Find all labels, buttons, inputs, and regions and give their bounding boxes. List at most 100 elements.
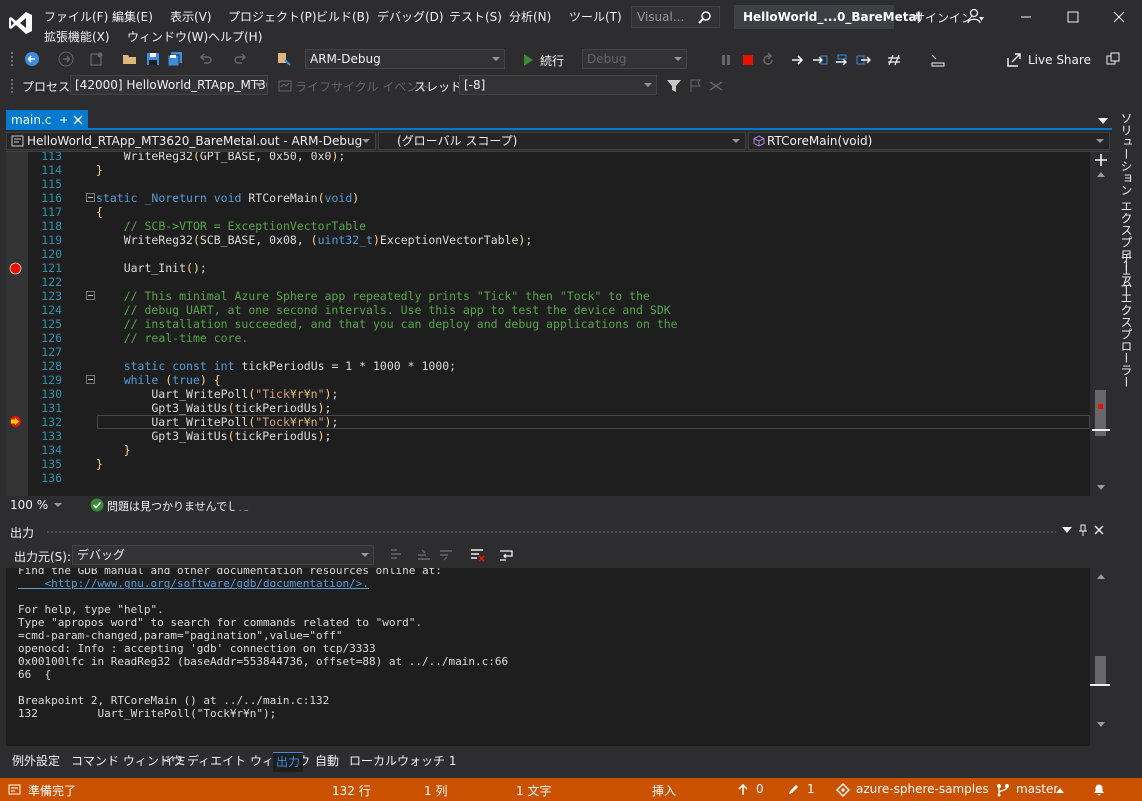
team-explorer-tab[interactable]: チーム エクスプローラー — [1118, 252, 1135, 388]
menu-test[interactable]: テスト(S) — [449, 8, 502, 25]
code-line[interactable]: 116 static _Noreturn void RTCoreMain(void… — [6, 191, 1090, 205]
code-line[interactable]: 129 while (true) { — [6, 373, 1090, 387]
fold-toggle-icon[interactable] — [86, 375, 95, 384]
menu-analyze[interactable]: 分析(N) — [509, 8, 551, 25]
find-message-in-code-icon[interactable] — [388, 547, 404, 563]
code-line[interactable]: 131 Gpt3_WaitUs(tickPeriodUs); — [6, 401, 1090, 415]
back-icon[interactable] — [24, 51, 40, 67]
status-changes-count[interactable]: 1 — [807, 782, 815, 796]
status-column[interactable]: 1 列 — [424, 782, 447, 799]
split-handle-icon[interactable] — [1095, 154, 1107, 166]
menu-extensions[interactable]: 拡張機能(X) — [44, 28, 110, 45]
pencil-icon[interactable] — [787, 783, 800, 796]
breakpoint-icon[interactable] — [9, 262, 22, 275]
toolbar-grip-icon[interactable] — [10, 78, 14, 94]
bottom-tab[interactable]: 例外設定 — [12, 752, 60, 772]
code-line[interactable]: 128 static const int tickPeriodUs = 1 * … — [6, 359, 1090, 373]
account-icon[interactable] — [967, 8, 985, 24]
find-in-files-icon[interactable] — [276, 51, 292, 67]
clear-all-icon[interactable] — [469, 547, 485, 563]
menu-window[interactable]: ウィンドウ(W) — [127, 28, 208, 45]
step-into-icon[interactable] — [812, 52, 828, 68]
solution-config-select[interactable]: ARM-Debug — [305, 49, 505, 69]
filter-icon[interactable] — [666, 78, 682, 94]
output-source-select[interactable]: デバッグ — [72, 545, 374, 565]
toolbar-grip-icon[interactable] — [10, 51, 14, 67]
code-line[interactable]: 126 // real-time core. — [6, 331, 1090, 345]
thread-select[interactable]: [-8] — [459, 75, 657, 95]
redo-icon[interactable] — [232, 51, 248, 67]
restart-icon[interactable] — [760, 52, 776, 68]
signin-link[interactable]: サインイン — [913, 9, 973, 26]
code-line[interactable]: 136 — [6, 471, 1090, 485]
word-wrap-icon[interactable] — [498, 547, 514, 563]
branch-icon[interactable] — [996, 783, 1010, 797]
pin-icon[interactable] — [58, 115, 68, 125]
bottom-tab[interactable]: 出力 — [273, 752, 304, 772]
output-scroll-thumb[interactable] — [1095, 656, 1106, 686]
continue-button[interactable]: 続行 — [540, 52, 564, 69]
feedback-icon[interactable] — [1105, 51, 1121, 67]
current-statement-breakpoint-icon[interactable] — [9, 415, 22, 428]
scroll-up-icon[interactable] — [1097, 574, 1105, 579]
code-line[interactable]: 120 — [6, 247, 1090, 261]
menu-build[interactable]: ビルド(B) — [316, 8, 370, 25]
menu-tools[interactable]: ツール(T) — [569, 8, 622, 25]
code-line[interactable]: 114} — [6, 163, 1090, 177]
output-link[interactable]: <http://www.gnu.org/software/gdb/documen… — [18, 577, 369, 590]
code-line[interactable]: 134 } — [6, 443, 1090, 457]
code-line[interactable]: 130 Uart_WritePoll("Tick¥r¥n"); — [6, 387, 1090, 401]
code-line[interactable]: 123 // This minimal Azure Sphere app rep… — [6, 289, 1090, 303]
status-insert-mode[interactable]: 挿入 — [652, 782, 676, 799]
project-nav-select[interactable]: HelloWorld_RTApp_MT3620_BareMetal.out - … — [6, 132, 376, 150]
save-icon[interactable] — [145, 51, 161, 67]
fold-toggle-icon[interactable] — [86, 291, 95, 300]
menu-project[interactable]: プロジェクト(P) — [228, 8, 317, 25]
pause-icon[interactable] — [718, 52, 734, 68]
code-line[interactable]: 113 WriteReg32(GPT_BASE, 0x50, 0x0); — [6, 152, 1090, 163]
save-all-icon[interactable] — [167, 51, 183, 67]
status-line[interactable]: 132 行 — [332, 782, 371, 799]
lifecycle-events-button[interactable]: ライフサイクル イベント — [295, 78, 430, 95]
menu-view[interactable]: 表示(V) — [170, 8, 212, 25]
continue-play-icon[interactable] — [520, 52, 536, 68]
output-text[interactable]: Find the GDB manual and other documentat… — [6, 568, 1090, 746]
code-line[interactable]: 124 // debug UART, at one second interva… — [6, 303, 1090, 317]
zoom-select[interactable]: 100 % — [6, 496, 66, 514]
code-line[interactable]: 115 — [6, 177, 1090, 191]
auto-hide-pin-icon[interactable] — [1078, 524, 1088, 536]
status-unpushed-count[interactable]: 0 — [756, 782, 764, 796]
tab-main-c[interactable]: main.c — [6, 110, 88, 130]
code-line[interactable]: 133 Gpt3_WaitUs(tickPeriodUs); — [6, 429, 1090, 443]
menu-edit[interactable]: 編集(E) — [112, 8, 153, 25]
scroll-up-icon[interactable] — [1097, 172, 1105, 177]
scroll-down-icon[interactable] — [1097, 485, 1105, 490]
editor-horizontal-scrollbar[interactable] — [234, 500, 1084, 510]
status-repository[interactable]: azure-sphere-samples — [856, 782, 989, 796]
maximize-icon[interactable] — [1062, 6, 1084, 28]
code-line[interactable]: 132 Uart_WritePoll("Tock¥r¥n"); — [41, 415, 1090, 429]
previous-message-icon[interactable] — [416, 547, 432, 563]
notification-bell-icon[interactable] — [1092, 782, 1106, 797]
undo-icon[interactable] — [198, 51, 214, 67]
new-project-icon[interactable] — [88, 51, 104, 67]
editor-vertical-scrollbar[interactable] — [1090, 152, 1112, 496]
window-position-chevron-icon[interactable] — [1062, 527, 1072, 533]
forward-icon[interactable] — [58, 51, 74, 67]
hex-display-icon[interactable] — [886, 52, 902, 68]
menu-debug[interactable]: デバッグ(D) — [377, 8, 444, 25]
code-line[interactable]: 127 — [6, 345, 1090, 359]
scroll-down-icon[interactable] — [1097, 722, 1105, 727]
code-line[interactable]: 122 — [6, 275, 1090, 289]
step-out-icon[interactable] — [856, 52, 872, 68]
bottom-tab[interactable]: 自動 — [315, 752, 339, 772]
show-next-statement-icon[interactable] — [790, 52, 806, 68]
close-window-icon[interactable] — [1108, 6, 1130, 28]
menu-help[interactable]: ヘルプ(H) — [208, 28, 262, 45]
close-pane-icon[interactable] — [1094, 525, 1104, 535]
tab-overflow-chevron-icon[interactable] — [1098, 118, 1108, 124]
code-editor[interactable]: 113 WriteReg32(GPT_BASE, 0x50, 0x0); 114}… — [6, 152, 1112, 496]
repository-icon[interactable] — [836, 783, 850, 797]
lifecycle-events-icon[interactable] — [277, 78, 293, 94]
search-input[interactable]: Visual... — [631, 6, 720, 28]
